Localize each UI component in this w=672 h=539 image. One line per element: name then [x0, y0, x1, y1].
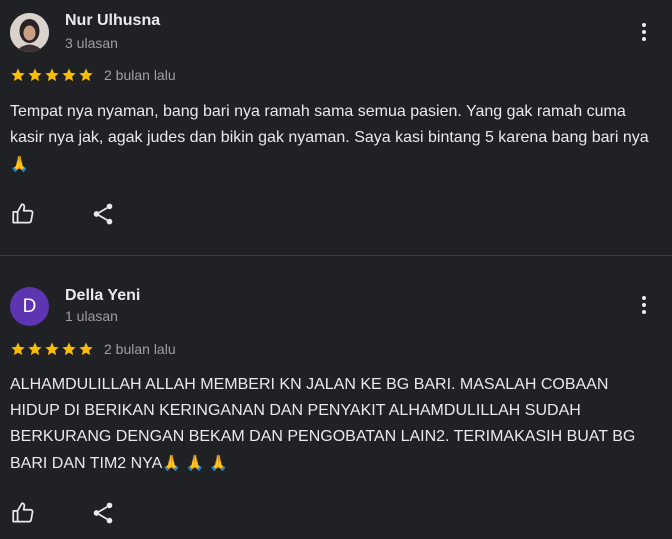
- review-text: ALHAMDULILLAH ALLAH MEMBERI KN JALAN KE …: [10, 376, 640, 472]
- review-text: Tempat nya nyaman, bang bari nya ramah s…: [10, 103, 649, 173]
- share-icon: [93, 502, 113, 524]
- star-rating: [10, 341, 94, 357]
- review-time: 2 bulan lalu: [104, 67, 176, 83]
- star-icon: [11, 68, 25, 82]
- user-photo-icon: [10, 13, 49, 52]
- like-button[interactable]: [10, 500, 36, 526]
- pray-emoji: 🙏 🙏 🙏: [162, 454, 228, 472]
- star-icon: [45, 68, 59, 82]
- reviewer-review-count: 3 ulasan: [65, 35, 118, 51]
- share-button[interactable]: [90, 500, 116, 526]
- pray-emoji: 🙏: [10, 155, 29, 173]
- star-rating: [10, 67, 94, 83]
- star-icon: [62, 342, 76, 356]
- more-options-button[interactable]: [636, 21, 652, 43]
- reviewer-name[interactable]: Della Yeni: [65, 287, 140, 305]
- star-icon: [28, 68, 42, 82]
- reviewer-name[interactable]: Nur Ulhusna: [65, 12, 160, 30]
- share-button[interactable]: [90, 201, 116, 227]
- star-icon: [11, 342, 25, 356]
- star-icon: [79, 68, 93, 82]
- star-icon: [79, 342, 93, 356]
- rating-row: 2 bulan lalu: [10, 341, 176, 357]
- more-options-button[interactable]: [636, 294, 652, 316]
- avatar-letter: D: [22, 295, 37, 317]
- more-vert-icon: [642, 23, 646, 27]
- reviewer-review-count: 1 ulasan: [65, 308, 118, 324]
- star-icon: [62, 68, 76, 82]
- share-icon: [93, 203, 113, 225]
- thumb-up-icon: [12, 502, 34, 523]
- review-time: 2 bulan lalu: [104, 341, 176, 357]
- thumb-up-icon: [12, 203, 34, 224]
- star-icon: [28, 342, 42, 356]
- avatar[interactable]: D: [10, 287, 49, 326]
- avatar[interactable]: [10, 13, 49, 52]
- star-icon: [45, 342, 59, 356]
- like-button[interactable]: [10, 201, 36, 227]
- review-card: Nur Ulhusna 3 ulasan 2 bulan lalu Tempat…: [0, 0, 672, 255]
- more-vert-icon: [642, 296, 646, 300]
- review-card: D Della Yeni 1 ulasan 2 bulan lalu ALHAM…: [0, 256, 672, 539]
- rating-row: 2 bulan lalu: [10, 67, 176, 83]
